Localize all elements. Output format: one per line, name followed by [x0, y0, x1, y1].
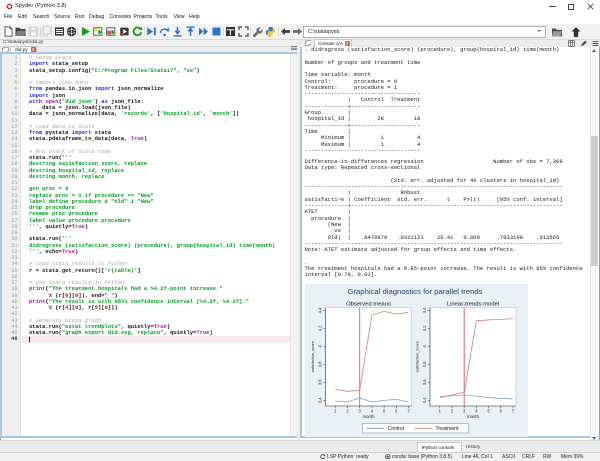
- svg-text:3.4: 3.4: [317, 396, 322, 402]
- svg-text:4.2: 4.2: [422, 324, 427, 330]
- svg-text:Graphical diagnostics for para: Graphical diagnostics for parallel trend…: [347, 286, 482, 295]
- svg-text:satisfaction_score: satisfaction_score: [310, 341, 315, 372]
- svg-text:Control: Control: [387, 426, 403, 432]
- svg-text:4.4: 4.4: [317, 306, 322, 312]
- svg-text:3.4: 3.4: [422, 396, 427, 402]
- svg-text:satisfaction_score: satisfaction_score: [414, 341, 419, 372]
- svg-text:Treatment: Treatment: [435, 426, 459, 432]
- svg-text:month: month: [362, 414, 375, 419]
- svg-text:3.6: 3.6: [422, 378, 427, 384]
- svg-text:3.8: 3.8: [422, 360, 427, 366]
- svg-text:3.8: 3.8: [317, 360, 322, 366]
- svg-text:3.6: 3.6: [317, 378, 322, 384]
- svg-text:4.4: 4.4: [422, 306, 427, 312]
- svg-text:Observed means: Observed means: [346, 301, 391, 307]
- svg-text:Linear-trends model: Linear-trends model: [446, 301, 498, 307]
- svg-text:month: month: [467, 414, 480, 419]
- svg-text:4.2: 4.2: [317, 324, 322, 330]
